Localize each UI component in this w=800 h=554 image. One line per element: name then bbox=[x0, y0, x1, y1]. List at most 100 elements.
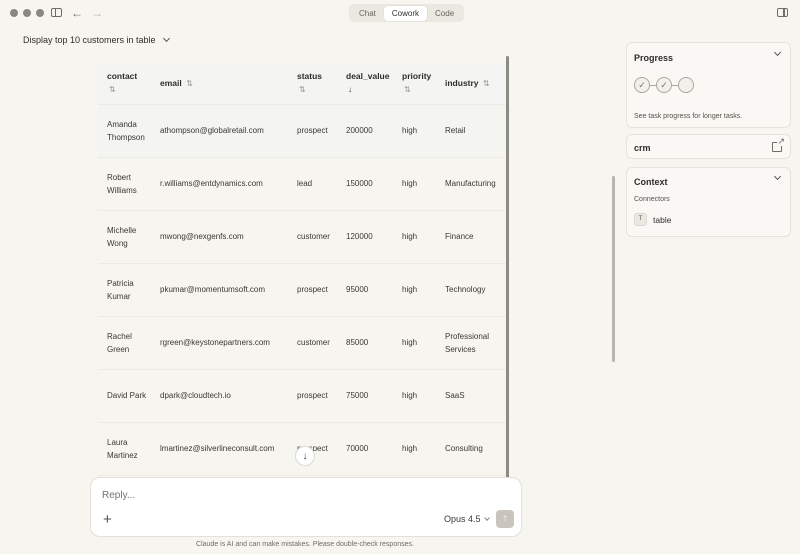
arrow-down-icon: ↓ bbox=[302, 450, 308, 462]
reply-input[interactable] bbox=[102, 490, 402, 501]
cell-industry: Consulting bbox=[436, 421, 506, 475]
sort-descending-icon[interactable]: ↓ bbox=[348, 85, 393, 94]
sort-icon[interactable]: ⇅ bbox=[109, 85, 151, 94]
cell-contact: Robert Williams bbox=[98, 156, 151, 210]
column-header-contact[interactable]: contact ⇅ bbox=[98, 62, 151, 104]
cell-deal-value: 120000 bbox=[337, 209, 393, 263]
cell-contact: David Park bbox=[98, 368, 151, 422]
maximize-window-button[interactable] bbox=[36, 9, 44, 17]
cell-deal-value: 200000 bbox=[337, 103, 393, 157]
table-row[interactable]: Rachel Green rgreen@keystonepartners.com c… bbox=[98, 315, 506, 369]
conversation-title: Display top 10 customers in table bbox=[23, 35, 156, 45]
cell-priority: high bbox=[393, 156, 436, 210]
cell-email: lmartinez@silverlineconsult.com bbox=[151, 421, 288, 475]
context-card: Context Connectors T table bbox=[626, 167, 791, 237]
cell-priority: high bbox=[393, 103, 436, 157]
table-row[interactable]: Michelle Wong mwong@nexgenfs.com customer 1… bbox=[98, 209, 506, 263]
customers-table-container: contact ⇅ email ⇅ status ⇅ deal_value ↓ … bbox=[98, 62, 506, 482]
step-pending-circle-icon bbox=[678, 77, 694, 93]
table-row[interactable]: Amanda Thompson athompson@globalretail.co… bbox=[98, 103, 506, 157]
table-row[interactable]: David Park dpark@cloudtech.io prospect 7500… bbox=[98, 368, 506, 422]
cell-email: r.williams@entdynamics.com bbox=[151, 156, 288, 210]
cell-status: customer bbox=[288, 315, 337, 369]
tab-chat[interactable]: Chat bbox=[351, 6, 384, 21]
column-header-priority[interactable]: priority ⇅ bbox=[393, 62, 436, 104]
column-header-deal-value[interactable]: deal_value ↓ bbox=[337, 62, 393, 104]
cell-status: customer bbox=[288, 209, 337, 263]
column-header-status[interactable]: status ⇅ bbox=[288, 62, 337, 104]
plus-icon[interactable]: + bbox=[103, 512, 112, 527]
sort-icon[interactable]: ⇅ bbox=[299, 85, 337, 94]
column-header-email[interactable]: email ⇅ bbox=[151, 62, 288, 104]
crm-title: crm bbox=[634, 143, 651, 153]
cell-contact: Amanda Thompson bbox=[98, 103, 151, 157]
connectors-label: Connectors bbox=[634, 196, 670, 203]
context-title: Context bbox=[634, 177, 668, 187]
table-body: Amanda Thompson athompson@globalretail.co… bbox=[98, 103, 506, 482]
crm-card[interactable]: crm bbox=[626, 134, 791, 159]
cell-deal-value: 95000 bbox=[337, 262, 393, 316]
cell-email: athompson@globalretail.com bbox=[151, 103, 288, 157]
chevron-down-icon bbox=[162, 34, 170, 43]
cell-priority: high bbox=[393, 421, 436, 475]
scroll-to-bottom-button[interactable]: ↓ bbox=[295, 446, 315, 466]
cell-email: dpark@cloudtech.io bbox=[151, 368, 288, 422]
send-button[interactable]: ↑ bbox=[496, 510, 514, 528]
main-scrollbar[interactable] bbox=[612, 176, 615, 362]
table-header-row: contact ⇅ email ⇅ status ⇅ deal_value ↓ … bbox=[98, 62, 506, 104]
sort-icon[interactable]: ⇅ bbox=[186, 79, 193, 88]
table-row[interactable]: Patricia Kumar pkumar@momentumsoft.com pro… bbox=[98, 262, 506, 316]
cell-deal-value: 75000 bbox=[337, 368, 393, 422]
connector-badge: T bbox=[634, 213, 647, 226]
cell-industry: Finance bbox=[436, 209, 506, 263]
mode-tabs: Chat Cowork Code bbox=[349, 4, 465, 22]
cell-priority: high bbox=[393, 262, 436, 316]
cell-priority: high bbox=[393, 209, 436, 263]
disclaimer-text: Claude is AI and can make mistakes. Plea… bbox=[196, 541, 414, 548]
message-composer: + Opus 4.5 ↑ bbox=[90, 477, 522, 537]
sidebar-toggle-icon[interactable] bbox=[50, 6, 64, 20]
cell-status: prospect bbox=[288, 103, 337, 157]
cell-industry: Manufacturing bbox=[436, 156, 506, 210]
step-complete-check-icon: ✓ bbox=[656, 77, 672, 93]
tab-cowork[interactable]: Cowork bbox=[383, 5, 428, 21]
table-row[interactable]: Robert Williams r.williams@entdynamics.co… bbox=[98, 156, 506, 210]
external-link-icon[interactable] bbox=[772, 137, 785, 152]
title-bar: ← → Chat Cowork Code bbox=[0, 0, 800, 26]
table-scrollbar[interactable] bbox=[506, 56, 509, 480]
cell-deal-value: 150000 bbox=[337, 156, 393, 210]
cell-contact: Laura Martinez bbox=[98, 421, 151, 475]
conversation-title-dropdown[interactable]: Display top 10 customers in table bbox=[23, 34, 170, 45]
customers-table: contact ⇅ email ⇅ status ⇅ deal_value ↓ … bbox=[98, 62, 506, 482]
cell-email: rgreen@keystonepartners.com bbox=[151, 315, 288, 369]
cell-contact: Michelle Wong bbox=[98, 209, 151, 263]
arrow-up-icon: ↑ bbox=[502, 513, 508, 524]
progress-card: Progress ✓ ✓ See task progress for longe… bbox=[626, 42, 791, 128]
window-controls bbox=[10, 9, 44, 17]
model-selector[interactable]: Opus 4.5 bbox=[444, 514, 490, 524]
step-complete-check-icon: ✓ bbox=[634, 77, 650, 93]
cell-industry: Professional Services bbox=[436, 315, 506, 369]
column-header-industry[interactable]: industry ⇅ bbox=[436, 62, 506, 104]
connector-item-table[interactable]: T table bbox=[634, 213, 671, 226]
cell-email: pkumar@momentumsoft.com bbox=[151, 262, 288, 316]
cell-deal-value: 85000 bbox=[337, 315, 393, 369]
chevron-down-icon[interactable] bbox=[773, 48, 782, 57]
sort-icon[interactable]: ⇅ bbox=[404, 85, 436, 94]
close-window-button[interactable] bbox=[10, 9, 18, 17]
cell-deal-value: 70000 bbox=[337, 421, 393, 475]
tab-code[interactable]: Code bbox=[427, 6, 462, 21]
sort-icon[interactable]: ⇅ bbox=[483, 79, 490, 88]
right-panel-toggle-icon[interactable] bbox=[776, 6, 790, 20]
cell-status: prospect bbox=[288, 368, 337, 422]
back-arrow-icon[interactable]: ← bbox=[70, 6, 84, 20]
progress-steps: ✓ ✓ bbox=[634, 77, 694, 93]
cell-priority: high bbox=[393, 315, 436, 369]
minimize-window-button[interactable] bbox=[23, 9, 31, 17]
chevron-down-icon[interactable] bbox=[773, 172, 782, 181]
progress-note: See task progress for longer tasks. bbox=[634, 113, 743, 120]
cell-status: prospect bbox=[288, 262, 337, 316]
cell-industry: Technology bbox=[436, 262, 506, 316]
forward-arrow-icon[interactable]: → bbox=[90, 6, 104, 20]
chevron-down-icon bbox=[483, 514, 490, 521]
